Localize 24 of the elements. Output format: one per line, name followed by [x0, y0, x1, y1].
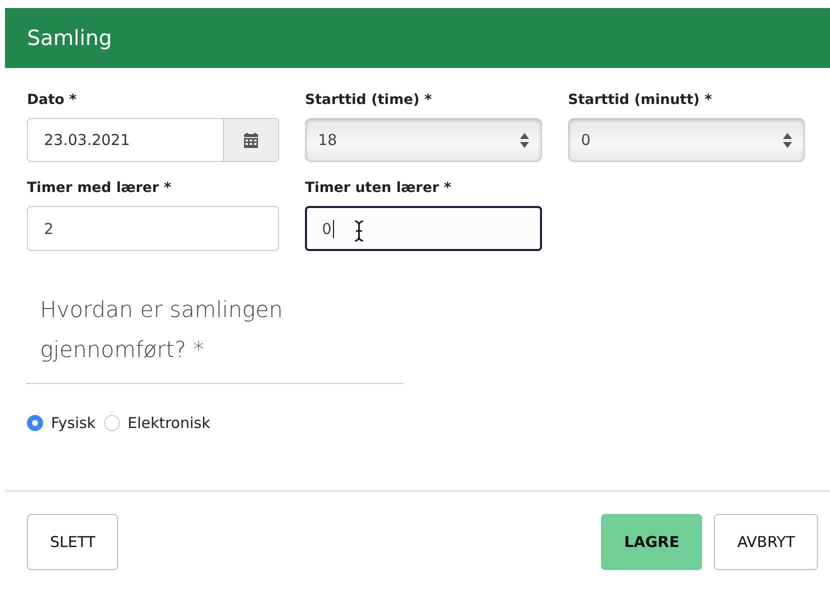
- input-field[interactable]: 0: [305, 206, 542, 251]
- action-button[interactable]: AVBRYT: [714, 514, 818, 570]
- date-field[interactable]: 23.03.2021: [27, 118, 279, 162]
- input-field[interactable]: 2: [27, 206, 279, 251]
- field-label: Timer uten lærer *: [305, 180, 452, 196]
- field-label: Starttid (minutt) *: [568, 92, 713, 108]
- select-field[interactable]: 0: [568, 118, 805, 162]
- action-button[interactable]: SLETT: [27, 514, 118, 570]
- select-field[interactable]: 18: [305, 118, 542, 162]
- dialog-title: Samling: [27, 26, 112, 50]
- calendar-icon: [244, 132, 258, 148]
- updown-arrow-icon: [520, 132, 529, 148]
- radio-label: Elektronisk: [128, 414, 210, 432]
- text-cursor-icon: [353, 220, 365, 242]
- radio-button[interactable]: [27, 415, 43, 431]
- calendar-button[interactable]: [223, 119, 278, 161]
- radio-label: Fysisk: [51, 414, 96, 432]
- updown-arrow-icon: [783, 132, 792, 148]
- field-label: Dato *: [27, 92, 78, 108]
- question-label: Hvordan er samlingen gjennomført? *: [40, 297, 284, 365]
- field-label: Starttid (time) *: [305, 92, 433, 108]
- radio-button[interactable]: [104, 415, 120, 431]
- action-button[interactable]: LAGRE: [601, 514, 702, 570]
- field-label: Timer med lærer *: [27, 180, 172, 196]
